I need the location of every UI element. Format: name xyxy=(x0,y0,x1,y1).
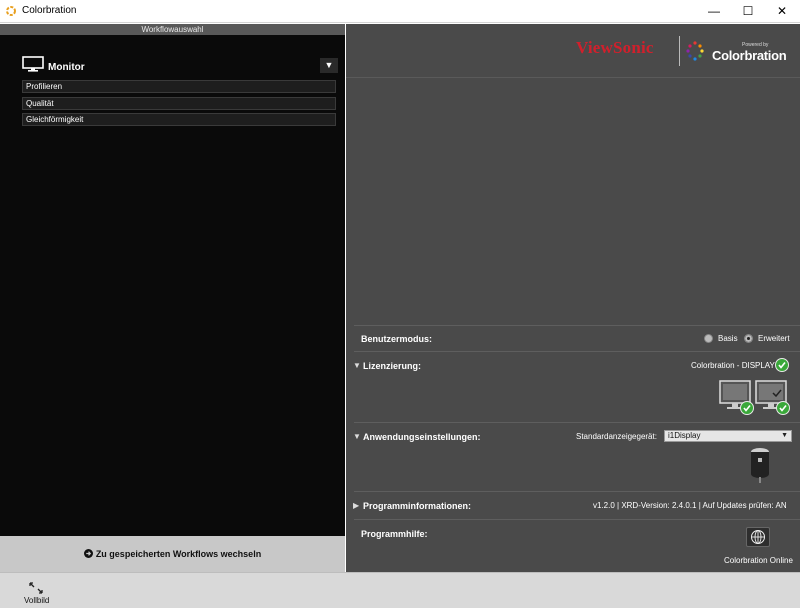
divider xyxy=(354,519,800,520)
device-label: Standardanzeigegerät: xyxy=(576,432,657,441)
programmhilfe-label: Programmhilfe: xyxy=(361,529,428,539)
license-status-text: Colorbration - DISPLAY xyxy=(691,361,775,370)
settings-panel: ViewSonic Powered by Colorbration Benutz… xyxy=(346,24,800,572)
viewsonic-logo: ViewSonic xyxy=(576,38,654,57)
switch-saved-workflows-button[interactable]: Zu gespeicherten Workflows wechseln xyxy=(0,536,345,572)
bottom-toolbar: Vollbild xyxy=(0,572,800,608)
colorbration-online-link[interactable]: Colorbration Online xyxy=(724,556,793,565)
lizenzierung-toggle-icon[interactable]: ▼ xyxy=(353,361,361,370)
divider xyxy=(354,351,800,352)
monitor-icon xyxy=(22,56,44,72)
divider xyxy=(354,325,800,326)
version-info-text: v1.2.0 | XRD-Version: 2.4.0.1 | Auf Upda… xyxy=(593,501,787,510)
switch-saved-workflows-label: Zu gespeicherten Workflows wechseln xyxy=(95,549,262,559)
divider xyxy=(354,422,800,423)
monitor-group[interactable]: Monitor ▼ xyxy=(22,56,338,76)
logo-area: ViewSonic Powered by Colorbration xyxy=(346,24,800,78)
window-title: Colorbration xyxy=(22,5,77,16)
colorbration-online-button[interactable] xyxy=(746,527,770,547)
lizenzierung-label: Lizenzierung: xyxy=(363,361,421,371)
colorimeter-icon xyxy=(751,448,769,483)
radio-basis[interactable] xyxy=(704,334,713,343)
radio-basis-label: Basis xyxy=(718,334,738,343)
anwendung-toggle-icon[interactable]: ▼ xyxy=(353,432,361,441)
maximize-button[interactable]: ☐ xyxy=(731,0,765,22)
minimize-button[interactable]: — xyxy=(697,0,731,22)
globe-icon xyxy=(751,530,765,544)
monitor-group-label: Monitor xyxy=(48,62,85,73)
programminformationen-label: Programminformationen: xyxy=(363,501,472,511)
radio-erweitert-label: Erweitert xyxy=(758,334,790,343)
title-bar: Colorbration — ☐ ✕ xyxy=(0,0,800,23)
logo-divider xyxy=(679,36,680,66)
workflow-item-profilieren[interactable]: Profilieren xyxy=(22,80,336,93)
calibrated-display-check-icon xyxy=(776,401,790,415)
colorbration-wheel-icon xyxy=(686,41,704,61)
arrow-circle-icon xyxy=(83,549,93,558)
fullscreen-label[interactable]: Vollbild xyxy=(24,596,49,605)
monitor-group-toggle[interactable]: ▼ xyxy=(320,58,338,73)
chevron-down-icon: ▼ xyxy=(781,432,788,439)
workflow-panel-header: Workflowauswahl xyxy=(0,24,345,35)
benutzermodus-label: Benutzermodus: xyxy=(361,334,433,344)
radio-erweitert[interactable] xyxy=(744,334,753,343)
workflow-item-gleichfoermigkeit[interactable]: Gleichförmigkeit xyxy=(22,113,336,126)
colorbration-logo-text: Colorbration xyxy=(712,48,787,63)
programminfo-toggle-icon[interactable]: ▶ xyxy=(353,501,359,510)
close-button[interactable]: ✕ xyxy=(765,0,799,22)
colorbration-app-icon xyxy=(6,6,16,16)
workflow-item-qualitaet[interactable]: Qualität xyxy=(22,97,336,110)
device-select[interactable]: i1Display ▼ xyxy=(664,430,792,442)
divider xyxy=(354,491,800,492)
anwendungseinstellungen-label: Anwendungseinstellungen: xyxy=(363,432,481,442)
workflow-panel: Workflowauswahl Monitor ▼ Profilieren Qu… xyxy=(0,24,345,572)
device-select-value: i1Display xyxy=(668,431,701,440)
fullscreen-icon[interactable] xyxy=(29,582,43,594)
display-check-icon xyxy=(740,401,754,415)
license-check-icon xyxy=(775,358,789,372)
